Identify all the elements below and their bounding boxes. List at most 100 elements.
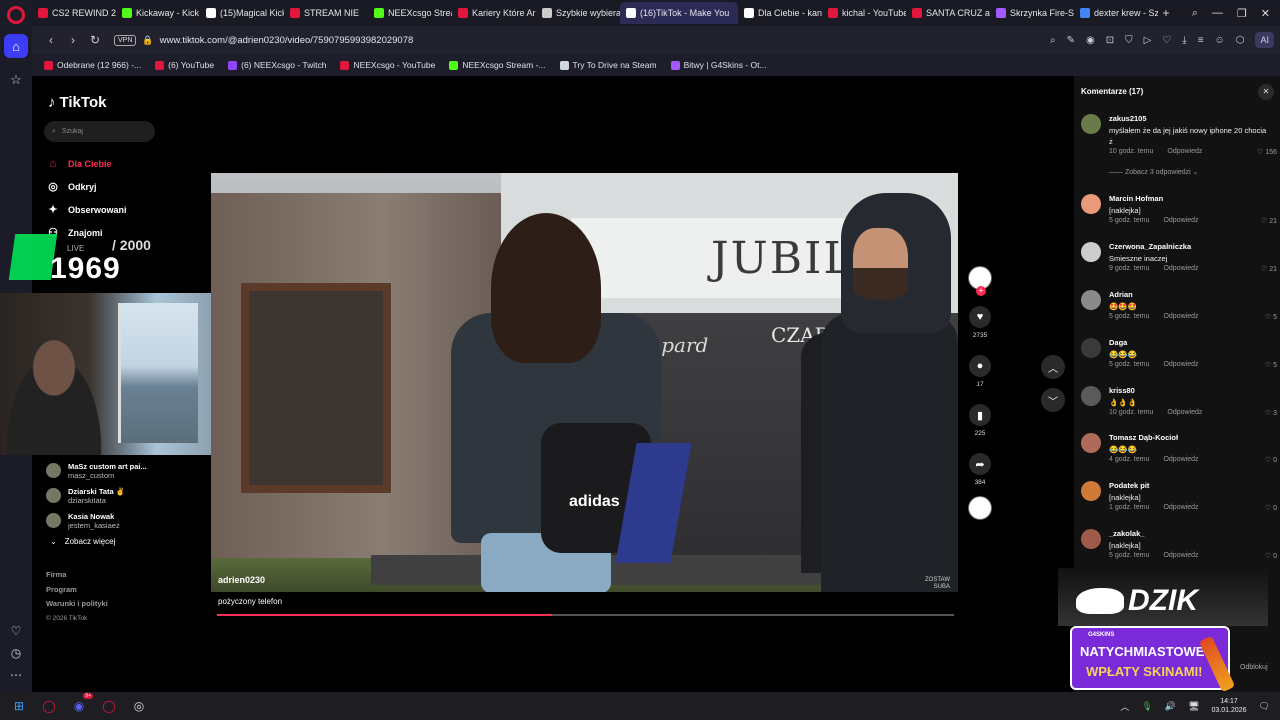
see-more-button[interactable]: ⌄ Zobacz więcej bbox=[46, 537, 147, 546]
tab-3[interactable]: STREAM NIE bbox=[284, 2, 368, 24]
view-replies-button[interactable]: —— Zobacz 3 odpowiedzi ⌄ bbox=[1109, 168, 1199, 176]
reply-button[interactable]: Odpowiedz bbox=[1163, 313, 1198, 320]
favorite-icon[interactable]: ♡ bbox=[1162, 35, 1171, 46]
profile-icon[interactable]: ☺ bbox=[1215, 35, 1225, 46]
following-item[interactable]: MaSz custom art pai... masz_custom bbox=[46, 458, 147, 483]
avatar[interactable] bbox=[1081, 386, 1101, 406]
volume-icon[interactable]: 🔊 bbox=[1165, 701, 1176, 712]
more-icon[interactable]: ⋯ bbox=[10, 668, 22, 682]
extension-icon[interactable]: ⊡ bbox=[1106, 35, 1114, 46]
opera-gx-taskbar-icon[interactable]: ◯ bbox=[98, 695, 120, 717]
network-icon[interactable]: 🖥 bbox=[1188, 701, 1199, 712]
edit-icon[interactable]: ✎ bbox=[1067, 35, 1075, 46]
footer-link-program[interactable]: Program bbox=[46, 583, 108, 598]
reply-button[interactable]: Odpowiedz bbox=[1163, 217, 1198, 224]
tray-chevron-icon[interactable]: ︿ bbox=[1120, 700, 1129, 713]
maximize-icon[interactable]: ❐ bbox=[1237, 7, 1247, 20]
reply-button[interactable]: Odpowiedz bbox=[1163, 456, 1198, 463]
comment-like-button[interactable]: ♡ 0 bbox=[1265, 504, 1277, 512]
next-video-button[interactable]: ﹀ bbox=[1041, 388, 1065, 412]
menu-icon[interactable]: ≡ bbox=[1198, 35, 1204, 46]
tab-0[interactable]: CS2 REWIND 20 bbox=[32, 2, 116, 24]
home-icon[interactable]: ⌂ bbox=[4, 34, 28, 58]
tab-4[interactable]: NEEXcsgo Stream bbox=[368, 2, 452, 24]
tiktok-logo[interactable]: ♪ TikTok bbox=[48, 94, 106, 111]
tab-2[interactable]: (15)Magical Kick bbox=[200, 2, 284, 24]
play-icon[interactable]: ▷ bbox=[1144, 35, 1152, 46]
comment-like-button[interactable]: ♡ 21 bbox=[1261, 265, 1277, 273]
minimize-icon[interactable]: — bbox=[1212, 7, 1223, 20]
comment-like-button[interactable]: ♡ 0 bbox=[1265, 456, 1277, 464]
ai-button[interactable]: AI bbox=[1255, 32, 1274, 48]
video-player[interactable]: JUBIL CZAR Chopard adidas adrien0230 ZOS… bbox=[211, 173, 958, 592]
comment-user[interactable]: kriss80 bbox=[1109, 386, 1135, 395]
reply-button[interactable]: Odpowiedz bbox=[1167, 409, 1202, 416]
following-item[interactable]: Dziarski Tata ✌ dziarskitata bbox=[46, 483, 147, 508]
star-icon[interactable]: ☆ bbox=[4, 68, 28, 92]
comment-user[interactable]: Czerwona_Zapalniczka bbox=[1109, 242, 1191, 251]
comment-user[interactable]: Tomasz Dąb-Kocioł bbox=[1109, 433, 1178, 442]
previous-video-button[interactable]: ︿ bbox=[1041, 355, 1065, 379]
reply-button[interactable]: Odpowiedz bbox=[1163, 361, 1198, 368]
footer-link-terms[interactable]: Warunki i polityki bbox=[46, 597, 108, 612]
camera-icon[interactable]: ◉ bbox=[1086, 35, 1095, 46]
url-field[interactable]: www.tiktok.com/@adrien0230/video/7590795… bbox=[160, 35, 414, 46]
lens-icon[interactable]: ⌕ bbox=[1050, 35, 1056, 46]
comment-user[interactable]: zakus2105 bbox=[1109, 114, 1147, 123]
bookmark-item[interactable]: (6) YouTube bbox=[155, 60, 214, 70]
opera-taskbar-icon[interactable]: ◯ bbox=[38, 695, 60, 717]
bookmark-item[interactable]: NEEXcsgo - YouTube bbox=[340, 60, 435, 70]
system-clock[interactable]: 14:17 03.01.2026 bbox=[1212, 697, 1247, 715]
obs-taskbar-icon[interactable]: ◎ bbox=[128, 695, 150, 717]
comment-like-button[interactable]: ♡ 0 bbox=[1265, 552, 1277, 560]
history-icon[interactable]: ◷ bbox=[11, 646, 21, 660]
close-comments-button[interactable]: ✕ bbox=[1258, 84, 1274, 100]
menu-item-0[interactable]: ⌂ Dla Ciebie bbox=[46, 152, 127, 175]
bookmark-item[interactable]: Bitwy | G4Skins - Ot... bbox=[670, 60, 767, 70]
reply-button[interactable]: Odpowiedz bbox=[1163, 265, 1198, 272]
reload-icon[interactable]: ↻ bbox=[84, 33, 106, 47]
avatar[interactable] bbox=[1081, 194, 1101, 214]
comment-user[interactable]: Daga bbox=[1109, 338, 1127, 347]
comment-like-button[interactable]: ♡ 156 bbox=[1257, 148, 1277, 156]
bookmark-item[interactable]: Odebrane (12 966) -... bbox=[44, 60, 141, 70]
tab-8[interactable]: Dla Ciebie - kan bbox=[738, 2, 822, 24]
reply-button[interactable]: Odpowiedz bbox=[1167, 148, 1202, 155]
new-tab-button[interactable]: + bbox=[1158, 6, 1174, 20]
footer-link-company[interactable]: Firma bbox=[46, 568, 108, 583]
tab-10[interactable]: SANTA CRUZ ale bbox=[906, 2, 990, 24]
forward-icon[interactable]: › bbox=[62, 33, 84, 47]
opera-logo[interactable] bbox=[7, 6, 25, 24]
search-input[interactable]: ⌕ Szukaj bbox=[44, 121, 155, 142]
back-icon[interactable]: ‹ bbox=[40, 33, 62, 47]
comment-like-button[interactable]: ♡ 21 bbox=[1261, 217, 1277, 225]
avatar[interactable] bbox=[1081, 290, 1101, 310]
download-icon[interactable]: ⤓ bbox=[1182, 35, 1186, 46]
video-progress-bar[interactable] bbox=[217, 614, 954, 616]
music-disc[interactable] bbox=[968, 496, 992, 520]
reply-button[interactable]: Odpowiedz bbox=[1163, 552, 1198, 559]
tab-5[interactable]: Kariery Które Ar bbox=[452, 2, 536, 24]
comment-button[interactable]: ● bbox=[969, 355, 991, 377]
avatar[interactable] bbox=[1081, 114, 1101, 134]
menu-item-1[interactable]: ◎ Odkryj bbox=[46, 175, 127, 198]
shield-icon[interactable]: ⛉ bbox=[1125, 35, 1133, 46]
comment-like-button[interactable]: ♡ 5 bbox=[1265, 361, 1277, 369]
discord-taskbar-icon[interactable]: ◉ 9+ bbox=[68, 693, 93, 717]
comment-like-button[interactable]: ♡ 3 bbox=[1265, 409, 1277, 417]
like-button[interactable]: ♥ bbox=[969, 306, 991, 328]
avatar[interactable] bbox=[1081, 481, 1101, 501]
notifications-icon[interactable]: 🗨 bbox=[1259, 701, 1270, 712]
tab-12[interactable]: dexter krew - Sz bbox=[1074, 2, 1158, 24]
follow-plus-icon[interactable]: + bbox=[976, 286, 986, 296]
windows-start-icon[interactable]: ⊞ bbox=[8, 695, 30, 717]
microphone-icon[interactable]: 🎙 bbox=[1141, 701, 1152, 712]
comment-like-button[interactable]: ♡ 5 bbox=[1265, 313, 1277, 321]
video-username[interactable]: adrien0230 bbox=[218, 575, 265, 585]
search-tabs-icon[interactable]: ⌕ bbox=[1192, 7, 1198, 20]
save-button[interactable]: ▮ bbox=[969, 404, 991, 426]
avatar[interactable] bbox=[1081, 242, 1101, 262]
tab-11[interactable]: Skrzynka Fire-Se bbox=[990, 2, 1074, 24]
tab-7[interactable]: (16)TikTok - Make You bbox=[620, 2, 738, 24]
avatar[interactable] bbox=[1081, 338, 1101, 358]
